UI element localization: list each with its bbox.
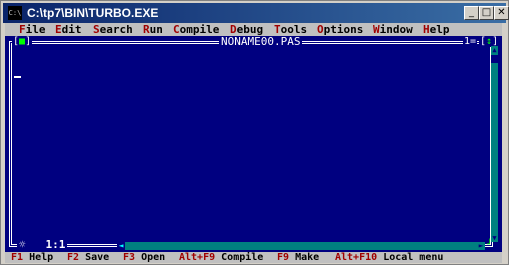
editor-close-box[interactable]: [■] (12, 36, 33, 47)
resize-corner-icon[interactable]: ┘ (487, 241, 497, 250)
scroll-right-icon[interactable]: ► (477, 242, 485, 250)
window-number: 1= (463, 36, 478, 47)
scroll-left-icon[interactable]: ◄ (117, 242, 125, 250)
scroll-up-icon[interactable]: ▲ (491, 46, 498, 54)
status-help[interactable]: F1 Help (11, 252, 53, 263)
status-local-menu[interactable]: Alt+F10 Local menu (335, 252, 443, 263)
status-save[interactable]: F2 Save (67, 252, 109, 263)
cursor-position-indicator: ☼ 1:1 (17, 238, 68, 251)
menu-window[interactable]: Window (373, 23, 413, 36)
horizontal-scrollbar[interactable] (117, 242, 485, 250)
console-app-icon[interactable]: C:\ (8, 6, 22, 20)
vertical-scrollbar[interactable] (491, 46, 498, 242)
modified-marker-icon: ☼ (19, 238, 26, 251)
document-title: NONAME00.PAS (219, 35, 303, 48)
cursor-position: 1:1 (45, 238, 66, 251)
menu-run[interactable]: Run (143, 23, 163, 36)
editor-frame (9, 41, 493, 247)
menu-search[interactable]: Search (93, 23, 133, 36)
window-title: C:\tp7\BIN\TURBO.EXE (27, 6, 159, 20)
menu-edit[interactable]: Edit (55, 23, 82, 36)
text-cursor (14, 76, 21, 78)
close-button[interactable]: ✕ (494, 6, 509, 20)
console-window: C:\ C:\tp7\BIN\TURBO.EXE _ □ ✕ File Edit… (0, 0, 509, 265)
turbo-pascal-ide: File Edit Search Run Compile Debug Tools… (5, 23, 502, 263)
vertical-scroll-thumb[interactable] (491, 55, 498, 63)
status-bar: F1 Help F2 Save F3 Open Alt+F9 Compile F… (5, 252, 502, 263)
menu-file[interactable]: File (19, 23, 46, 36)
minimize-button[interactable]: _ (464, 6, 479, 20)
maximize-button[interactable]: □ (479, 6, 494, 20)
menu-help[interactable]: Help (423, 23, 450, 36)
title-bar[interactable]: C:\ C:\tp7\BIN\TURBO.EXE _ □ ✕ (3, 3, 509, 23)
editor-window[interactable]: [■] NONAME00.PAS 1= [↕] ▲ ▼ ◄ ► ☼ 1:1 ┘ (5, 36, 502, 252)
menu-options[interactable]: Options (317, 23, 363, 36)
status-open[interactable]: F3 Open (123, 252, 165, 263)
status-compile[interactable]: Alt+F9 Compile (179, 252, 263, 263)
menu-compile[interactable]: Compile (173, 23, 219, 36)
status-make[interactable]: F9 Make (277, 252, 319, 263)
